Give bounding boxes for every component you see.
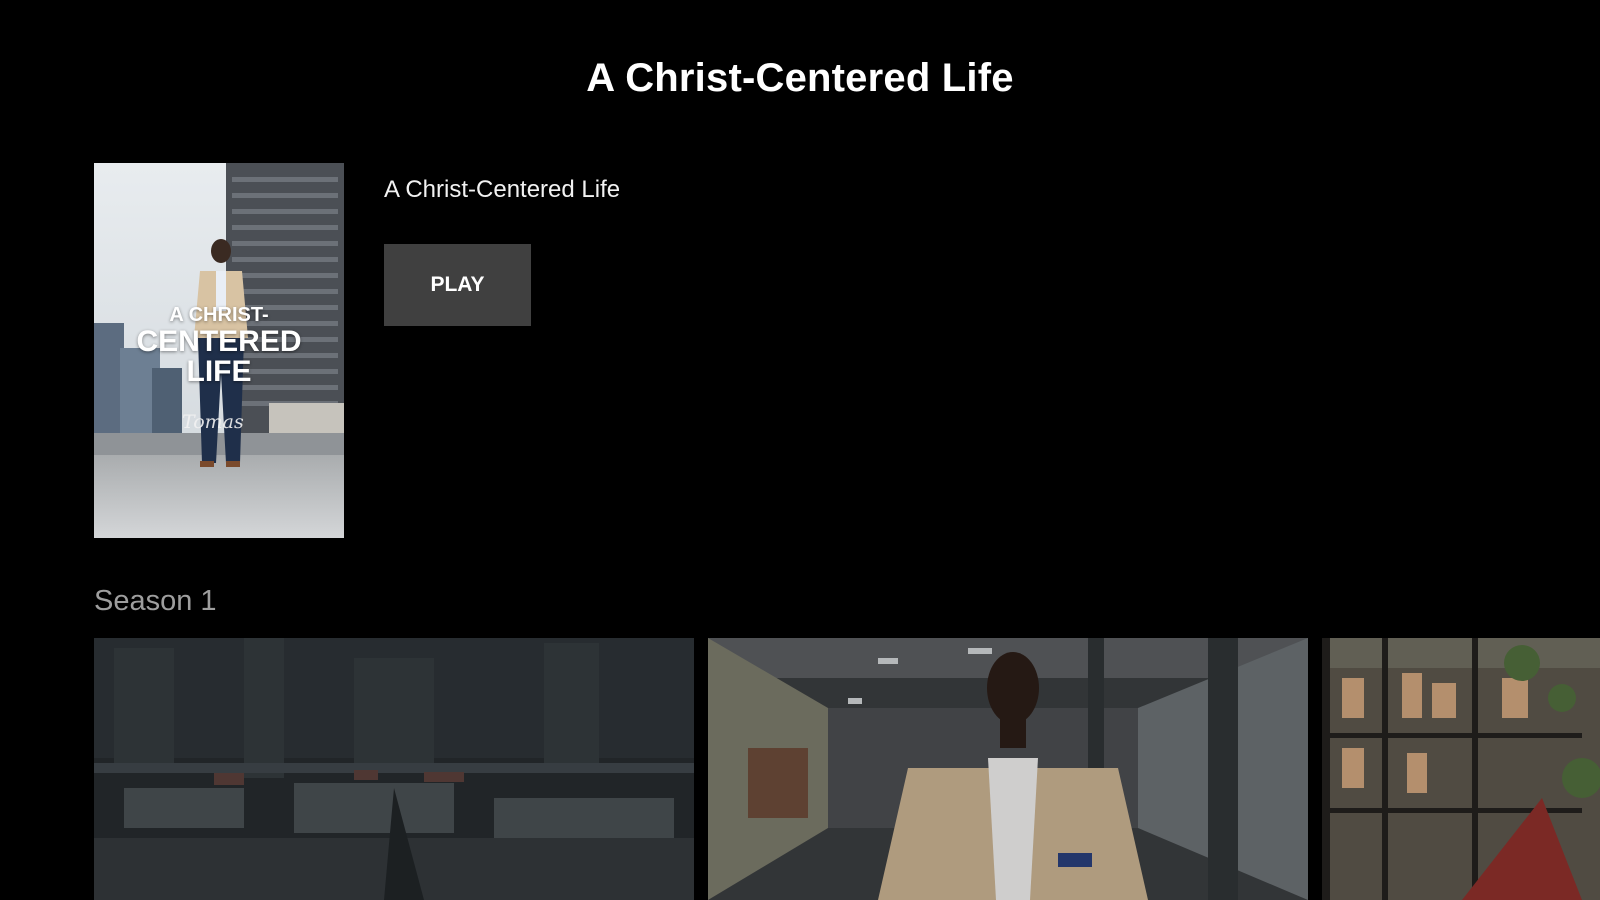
poster-signature: Tomas [182,411,244,433]
episode-card-3[interactable] [1322,638,1600,900]
poster-title-line1: A CHRIST- [169,304,269,326]
show-title: A Christ-Centered Life [384,176,621,203]
episode-card-2[interactable] [708,638,1308,900]
episode-thumbnail-3 [1322,638,1600,900]
poster-title-line3: LIFE [186,355,252,388]
show-poster[interactable]: A CHRIST- CENTERED LIFE Tomas [94,163,344,538]
episode-thumbnail-2 [708,638,1308,900]
season-label: Season 1 [94,585,217,617]
page-title: A Christ-Centered Life [586,56,1014,100]
play-button[interactable]: PLAY [384,244,531,326]
poster-title-line2: CENTERED [136,325,302,358]
episode-card-1[interactable] [94,638,694,900]
episode-thumbnail-1 [94,638,694,900]
episode-row [94,638,1600,900]
